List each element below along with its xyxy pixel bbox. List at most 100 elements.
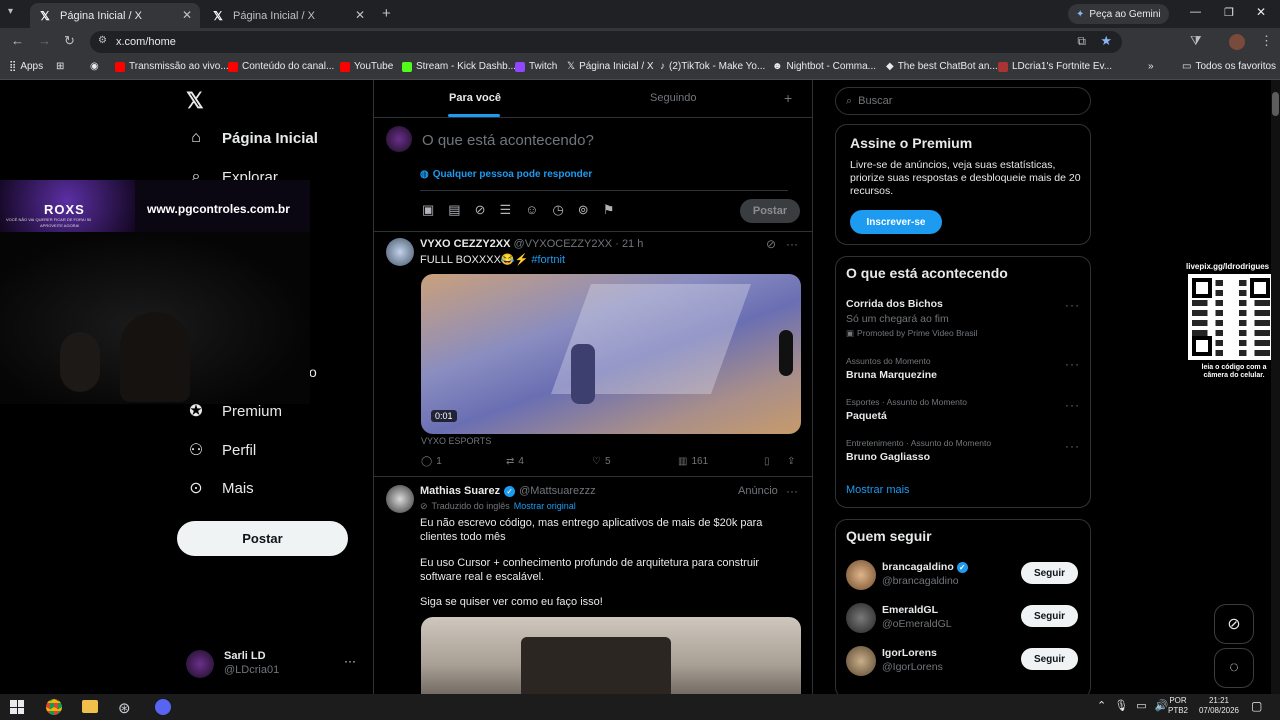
volume-icon[interactable]: 🔊 <box>1155 699 1169 712</box>
chrome-taskbar-icon[interactable] <box>46 699 62 715</box>
tweet-more-icon[interactable]: ··· <box>786 484 798 498</box>
bookmark-star-icon[interactable]: ★ <box>1100 33 1112 49</box>
image-icon[interactable]: ▣ <box>422 202 434 218</box>
extensions-icon[interactable]: ⧩ <box>1190 33 1202 49</box>
maximize-button[interactable]: ❐ <box>1224 6 1234 19</box>
bookmark-item[interactable]: LDcria1's Fortnite Ev... <box>998 61 1112 72</box>
bookmark-item[interactable]: Conteúdo do canal... <box>228 61 334 72</box>
x-home-logo[interactable]: 𝕏 <box>186 88 204 114</box>
flag-icon[interactable]: ⚑ <box>603 202 615 218</box>
bookmark-item[interactable]: 𝕏 Página Inicial / X <box>567 61 654 72</box>
tab-para-voce[interactable]: Para você <box>374 80 574 117</box>
tab-seguindo[interactable]: Seguindo <box>574 80 774 117</box>
show-original-link[interactable]: Mostrar original <box>514 501 576 512</box>
more-bookmarks-icon[interactable]: » <box>1148 61 1154 72</box>
tweet-media[interactable] <box>421 617 801 697</box>
notifications-icon[interactable]: ▢ <box>1251 699 1262 713</box>
scrollbar[interactable] <box>1271 80 1280 694</box>
bookmark-circle[interactable]: ◉ <box>90 61 99 72</box>
all-favorites[interactable]: ▭ Todos os favoritos <box>1182 61 1276 72</box>
messages-float-button[interactable]: ◌ <box>1214 648 1254 688</box>
bookmark-item[interactable]: Stream - Kick Dashb... <box>402 61 516 72</box>
share-button[interactable]: ⇪ <box>787 456 795 467</box>
tweet-author-name[interactable]: VYXO CEZZY2XX <box>420 238 510 250</box>
trend-more-icon[interactable]: ··· <box>1065 398 1080 412</box>
tray-icons[interactable]: ⌃ 🎙 ▭ 🔊 <box>1097 699 1168 712</box>
trend-more-icon[interactable]: ··· <box>1065 357 1080 371</box>
reply-button[interactable]: ◯ 1 <box>421 456 442 467</box>
close-window-button[interactable]: ✕ <box>1256 5 1266 19</box>
reply-setting[interactable]: ◍ Qualquer pessoa pode responder <box>420 169 592 180</box>
tweet-author-name[interactable]: Mathias Suarez <box>420 485 500 497</box>
bookmark-item[interactable]: Transmissão ao vivo... <box>115 61 229 72</box>
tweet-author-handle[interactable]: @Mattsuarezzz <box>519 485 596 497</box>
tweet-author-handle[interactable]: @VYXOCEZZY2XX <box>514 238 613 250</box>
bookmark-item[interactable]: YouTube <box>340 61 393 72</box>
schedule-icon[interactable]: ◷ <box>552 202 563 218</box>
account-switcher[interactable]: Sarli LD @LDcria01 ··· <box>186 648 362 680</box>
reload-icon[interactable]: ↻ <box>64 33 75 49</box>
trend-item[interactable]: Assuntos do Momento Bruna Marquezine <box>846 356 1076 386</box>
explorer-taskbar-icon[interactable] <box>82 700 98 713</box>
follow-button[interactable]: Seguir <box>1021 605 1078 627</box>
tweet-video[interactable]: 0:01 <box>421 274 801 434</box>
bookmark-item[interactable]: Twitch <box>515 61 557 72</box>
app-taskbar-icon[interactable]: ⊛ <box>118 699 131 717</box>
tab-list-button[interactable]: ▾ <box>8 6 24 22</box>
trend-more-icon[interactable]: ··· <box>1065 298 1080 312</box>
show-more-link[interactable]: Mostrar mais <box>846 484 910 496</box>
follow-suggestion[interactable]: EmeraldGL @oEmeraldGL <box>846 603 1016 633</box>
site-info-icon[interactable]: ⚙ <box>98 35 107 46</box>
network-icon[interactable]: ▭ <box>1136 699 1146 712</box>
nav-item-premium[interactable]: ✪ Premium <box>186 401 282 421</box>
post-button[interactable]: Postar <box>177 521 348 556</box>
profile-avatar[interactable] <box>1229 34 1245 50</box>
tweet-time[interactable]: 21 h <box>622 238 643 250</box>
tweet-avatar[interactable] <box>386 238 414 266</box>
video-controls-pill[interactable] <box>779 330 793 376</box>
browser-tab-2[interactable]: 𝕏 Página Inicial / X ✕ <box>203 3 373 28</box>
search-input[interactable]: ⌕ Buscar <box>835 87 1091 115</box>
video-source[interactable]: VYXO ESPORTS <box>421 436 491 446</box>
menu-icon[interactable]: ⋮ <box>1260 33 1273 49</box>
minimize-button[interactable]: — <box>1190 6 1201 18</box>
trend-more-icon[interactable]: ··· <box>1065 439 1080 453</box>
bookmark-item[interactable]: ☻ Nightbot - Comma... <box>772 61 876 72</box>
location-icon[interactable]: ⊚ <box>578 202 589 218</box>
tweet-avatar[interactable] <box>386 485 414 513</box>
windows-start-icon[interactable] <box>10 700 24 714</box>
trend-item[interactable]: Entretenimento · Assunto do Momento Brun… <box>846 438 1076 468</box>
bookmark-apps[interactable]: ⣿ Apps <box>9 61 43 72</box>
browser-tab-1[interactable]: 𝕏 Página Inicial / X ✕ <box>30 3 200 28</box>
trend-item[interactable]: Corrida dos Bichos Só um chegará ao fim … <box>846 298 1076 340</box>
composer-input[interactable]: O que está acontecendo? <box>422 132 594 149</box>
back-icon[interactable]: ← <box>11 33 24 48</box>
new-tab-button[interactable]: + <box>382 5 391 22</box>
views-button[interactable]: ▥ 161 <box>678 456 708 467</box>
bookmark-grid[interactable]: ⊞ <box>56 61 64 72</box>
clock[interactable]: 21:21 07/08/2026 <box>1196 696 1242 716</box>
gif-icon[interactable]: ▤ <box>448 202 460 218</box>
like-button[interactable]: ♡ 5 <box>592 456 611 467</box>
input-language[interactable]: POR PTB2 <box>1168 696 1188 716</box>
cast-icon[interactable]: ⧉ <box>1077 34 1086 49</box>
scrollbar-thumb[interactable] <box>1272 92 1279 116</box>
close-tab-icon[interactable]: ✕ <box>355 8 365 22</box>
composer-post-button[interactable]: Postar <box>740 199 800 223</box>
address-bar[interactable]: ⚙ x.com/home ⧉ ★ <box>90 31 1122 53</box>
forward-icon[interactable]: → <box>38 33 51 48</box>
follow-suggestion[interactable]: brancagaldino ✓ @brancagaldino <box>846 560 1016 590</box>
follow-suggestion[interactable]: IgorLorens @IgorLorens <box>846 646 1016 676</box>
grok-icon[interactable]: ⊘ <box>766 237 776 251</box>
microphone-icon[interactable]: 🎙 <box>1114 699 1128 712</box>
discord-taskbar-icon[interactable] <box>155 699 171 715</box>
close-tab-icon[interactable]: ✕ <box>182 8 192 22</box>
bookmark-item[interactable]: ◆ The best ChatBot an... <box>886 61 998 72</box>
tweet-more-icon[interactable]: ··· <box>786 237 798 251</box>
add-tab-icon[interactable]: + <box>784 90 792 106</box>
chevron-up-icon[interactable]: ⌃ <box>1097 699 1106 712</box>
nav-item-profile[interactable]: ⚇ Perfil <box>186 440 256 460</box>
poll-icon[interactable]: ☰ <box>500 202 512 218</box>
follow-button[interactable]: Seguir <box>1021 562 1078 584</box>
follow-button[interactable]: Seguir <box>1021 648 1078 670</box>
